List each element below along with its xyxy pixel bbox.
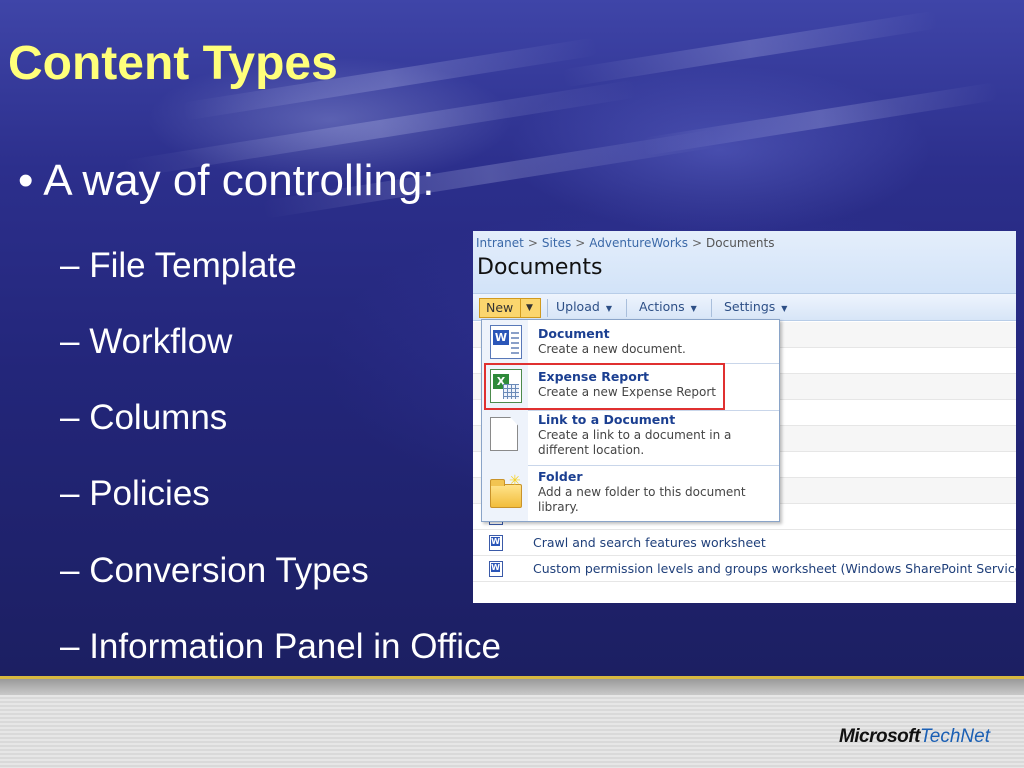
menu-item-description: Add a new folder to this document — [538, 485, 746, 499]
breadcrumb-sites[interactable]: Sites — [542, 236, 571, 250]
menu-item-description: Create a new document. — [538, 342, 686, 356]
chevron-down-icon: ▼ — [690, 304, 697, 313]
highlight-box — [484, 363, 725, 410]
menu-item-link-to-document[interactable]: Link to a Document Create a link to a do… — [482, 411, 779, 463]
breadcrumb-documents: Documents — [706, 236, 775, 250]
breadcrumb-adventureworks[interactable]: AdventureWorks — [589, 236, 688, 250]
menu-item-document[interactable]: W Document Create a new document. — [482, 320, 779, 363]
word-document-icon: W — [490, 325, 522, 359]
chevron-down-icon[interactable]: ▼ — [526, 299, 533, 317]
new-button-label: New — [486, 300, 514, 315]
logo-technet: TechNet — [919, 726, 990, 747]
page-title: Documents — [477, 255, 603, 280]
slide-title: Content Types — [8, 37, 338, 90]
microsoft-technet-logo: MicrosoftTechNet — [839, 726, 990, 748]
list-toolbar: New ▼ Upload ▼ Actions ▼ Settings ▼ — [473, 293, 1016, 321]
footer-shadow — [0, 679, 1024, 695]
main-bullet: • A way of controlling: — [18, 156, 435, 205]
new-dropdown-menu: W Document Create a new document. X Expe… — [481, 319, 780, 522]
menu-item-description: different location. — [538, 443, 645, 457]
sub-item-information-panel: – Information Panel in Office — [60, 627, 501, 666]
upload-button[interactable]: Upload ▼ — [556, 298, 612, 318]
breadcrumb-separator: > — [691, 236, 703, 250]
sub-item-file-template: – File Template — [60, 246, 297, 285]
list-item[interactable]: Crawl and search features worksheet — [473, 530, 1016, 556]
menu-item-title: Folder — [538, 469, 583, 484]
menu-item-description: Create a link to a document in a — [538, 428, 732, 442]
word-document-icon — [489, 561, 503, 577]
menu-item-title: Link to a Document — [538, 412, 676, 427]
list-item[interactable]: Custom permission levels and groups work… — [473, 556, 1016, 582]
breadcrumb-separator: > — [527, 236, 538, 250]
breadcrumb-separator: > — [575, 236, 586, 250]
settings-button[interactable]: Settings ▼ — [724, 298, 787, 318]
blank-document-icon — [490, 417, 518, 451]
list-item-title[interactable]: Crawl and search features worksheet — [533, 535, 766, 550]
sub-item-workflow: – Workflow — [60, 322, 233, 361]
sub-item-policies: – Policies — [60, 474, 210, 513]
menu-item-description: library. — [538, 500, 579, 514]
list-item-title[interactable]: Custom permission levels and groups work… — [533, 561, 1016, 576]
menu-item-title: Document — [538, 326, 610, 341]
sharepoint-screenshot: Intranet > Sites > AdventureWorks > Documents … — [473, 231, 1016, 603]
breadcrumb: Intranet > Sites > AdventureWorks > Documents — [476, 236, 774, 250]
new-button[interactable]: New ▼ — [479, 298, 541, 318]
logo-microsoft: Microsoft — [838, 726, 921, 747]
word-document-icon — [489, 535, 503, 551]
sub-item-columns: – Columns — [60, 398, 228, 437]
chevron-down-icon: ▼ — [605, 304, 612, 313]
menu-item-folder[interactable]: ✳ Folder Add a new folder to this docume… — [482, 466, 779, 522]
actions-button[interactable]: Actions ▼ — [639, 298, 697, 318]
actions-button-label: Actions — [639, 299, 685, 314]
breadcrumb-intranet[interactable]: Intranet — [476, 236, 524, 250]
folder-icon: ✳ — [490, 473, 522, 508]
sub-item-conversion-types: – Conversion Types — [60, 551, 369, 590]
upload-button-label: Upload — [556, 299, 600, 314]
chevron-down-icon: ▼ — [781, 304, 788, 313]
settings-button-label: Settings — [724, 299, 776, 314]
screenshot-header: Intranet > Sites > AdventureWorks > Documents … — [473, 231, 1016, 293]
